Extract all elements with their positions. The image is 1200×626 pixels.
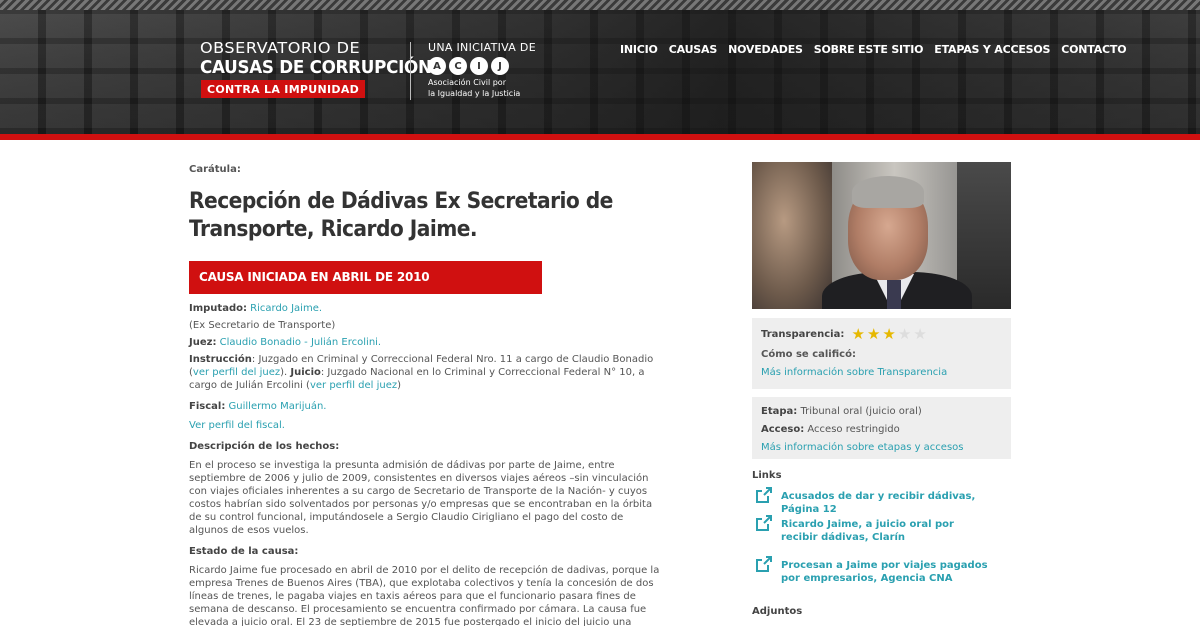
star-filled-icon: ★ <box>866 325 881 343</box>
instruccion-judge-profile-link[interactable]: ver perfil del juez <box>193 367 280 378</box>
fiscal-link[interactable]: Guillermo Marijuán. <box>229 401 327 412</box>
external-link-item[interactable]: Procesan a Jaime por viajes pagados por … <box>756 556 991 585</box>
imputado-link[interactable]: Ricardo Jaime. <box>250 303 322 314</box>
hechos-text: En el proceso se investiga la presunta a… <box>189 460 653 536</box>
acij-letter: C <box>449 57 467 75</box>
nav-item-sobre-este-sitio[interactable]: SOBRE ESTE SITIO <box>814 43 924 56</box>
etapa-label: Etapa: <box>761 406 798 417</box>
transparency-label: Transparencia: <box>761 329 845 340</box>
juez-link[interactable]: Claudio Bonadio - Julián Ercolini. <box>220 337 381 348</box>
external-link-icon <box>756 487 772 503</box>
hechos-heading: Descripción de los hechos: <box>189 441 340 452</box>
imputado-row: Imputado: Ricardo Jaime. <box>189 302 664 315</box>
transparency-box: Transparencia: ★ ★ ★ ★ ★ Cómo se calificó: M… <box>752 318 1011 389</box>
external-link-icon <box>756 556 772 572</box>
star-empty-icon: ★ <box>897 325 912 343</box>
header-hatch-strip <box>0 0 1200 10</box>
nav-item-contacto[interactable]: CONTACTO <box>1061 43 1126 56</box>
instruccion-paragraph: Instrucción: Juzgado en Criminal y Corre… <box>189 354 654 391</box>
acij-letter: J <box>491 57 509 75</box>
external-link-label[interactable]: Ricardo Jaime, a juicio oral por recibir… <box>781 518 991 544</box>
star-empty-icon: ★ <box>913 325 927 343</box>
califico-label: Cómo se calificó: <box>761 349 856 360</box>
etapa-value: Tribunal oral (juicio oral) <box>797 406 922 417</box>
nav-item-inicio[interactable]: INICIO <box>620 43 658 56</box>
stages-info-link[interactable]: Más información sobre etapas y accesos <box>761 442 964 453</box>
fiscal-row: Fiscal: Guillermo Marijuán. <box>189 400 664 413</box>
defendant-photo <box>752 162 1011 309</box>
external-link-item[interactable]: Ricardo Jaime, a juicio oral por recibir… <box>756 515 991 544</box>
logo-line2[interactable]: CAUSAS DE CORRUPCIÓN <box>200 57 432 78</box>
external-link-icon <box>756 515 772 531</box>
acceso-label: Acceso: <box>761 424 805 435</box>
site-header: OBSERVATORIO DE CAUSAS DE CORRUPCIÓN CON… <box>0 0 1200 140</box>
nav-item-etapas-y-accesos[interactable]: ETAPAS Y ACCESOS <box>934 43 1050 56</box>
external-link-label[interactable]: Acusados de dar y recibir dádivas, Págin… <box>781 490 991 516</box>
external-link-label[interactable]: Procesan a Jaime por viajes pagados por … <box>781 559 991 585</box>
adjuntos-heading: Adjuntos <box>752 606 803 617</box>
nav-item-novedades[interactable]: NOVEDADES <box>728 43 803 56</box>
juicio-judge-profile-link[interactable]: ver perfil del juez <box>310 380 397 391</box>
caratula-label: Carátula: <box>189 164 241 175</box>
external-link-item[interactable]: Acusados de dar y recibir dádivas, Págin… <box>756 487 991 516</box>
acij-letter: A <box>428 57 446 75</box>
logo-line1[interactable]: OBSERVATORIO DE <box>200 39 360 57</box>
acij-letter: I <box>470 57 488 75</box>
logo-badge: CONTRA LA IMPUNIDAD <box>201 80 366 98</box>
juez-label: Juez: <box>189 337 217 348</box>
juez-row: Juez: Claudio Bonadio - Julián Ercolini. <box>189 336 664 349</box>
imputado-label: Imputado: <box>189 303 247 314</box>
header-red-bar <box>0 134 1200 140</box>
star-filled-icon: ★ <box>882 325 896 343</box>
star-filled-icon: ★ <box>851 325 865 343</box>
fiscal-label: Fiscal: <box>189 401 226 412</box>
imputado-note: (Ex Secretario de Transporte) <box>189 320 336 331</box>
stage-box: Etapa: Tribunal oral (juicio oral) Acces… <box>752 397 1011 459</box>
logo-divider <box>410 42 411 100</box>
links-heading: Links <box>752 470 782 481</box>
estado-heading: Estado de la causa: <box>189 546 299 557</box>
acceso-value: Acceso restringido <box>804 424 900 435</box>
fiscal-profile-link[interactable]: Ver perfil del fiscal. <box>189 420 285 431</box>
acij-full-name: Asociación Civil por la Igualdad y la Ju… <box>428 78 521 98</box>
case-start-banner: CAUSA INICIADA EN ABRIL DE 2010 <box>189 261 542 294</box>
transparency-rating: ★ ★ ★ ★ ★ <box>851 325 929 343</box>
main-nav: INICIO CAUSAS NOVEDADES SOBRE ESTE SITIO… <box>620 43 1127 56</box>
nav-item-causas[interactable]: CAUSAS <box>669 43 718 56</box>
transparency-info-link[interactable]: Más información sobre Transparencia <box>761 367 947 378</box>
acij-logo[interactable]: A C I J <box>428 57 509 75</box>
case-main-content: Carátula: Recepción de Dádivas Ex Secret… <box>189 160 664 626</box>
acij-tagline: UNA INICIATIVA DE <box>428 41 536 54</box>
page-title: Recepción de Dádivas Ex Secretario de Tr… <box>189 189 613 242</box>
estado-text: Ricardo Jaime fue procesado en abril de … <box>189 565 660 626</box>
